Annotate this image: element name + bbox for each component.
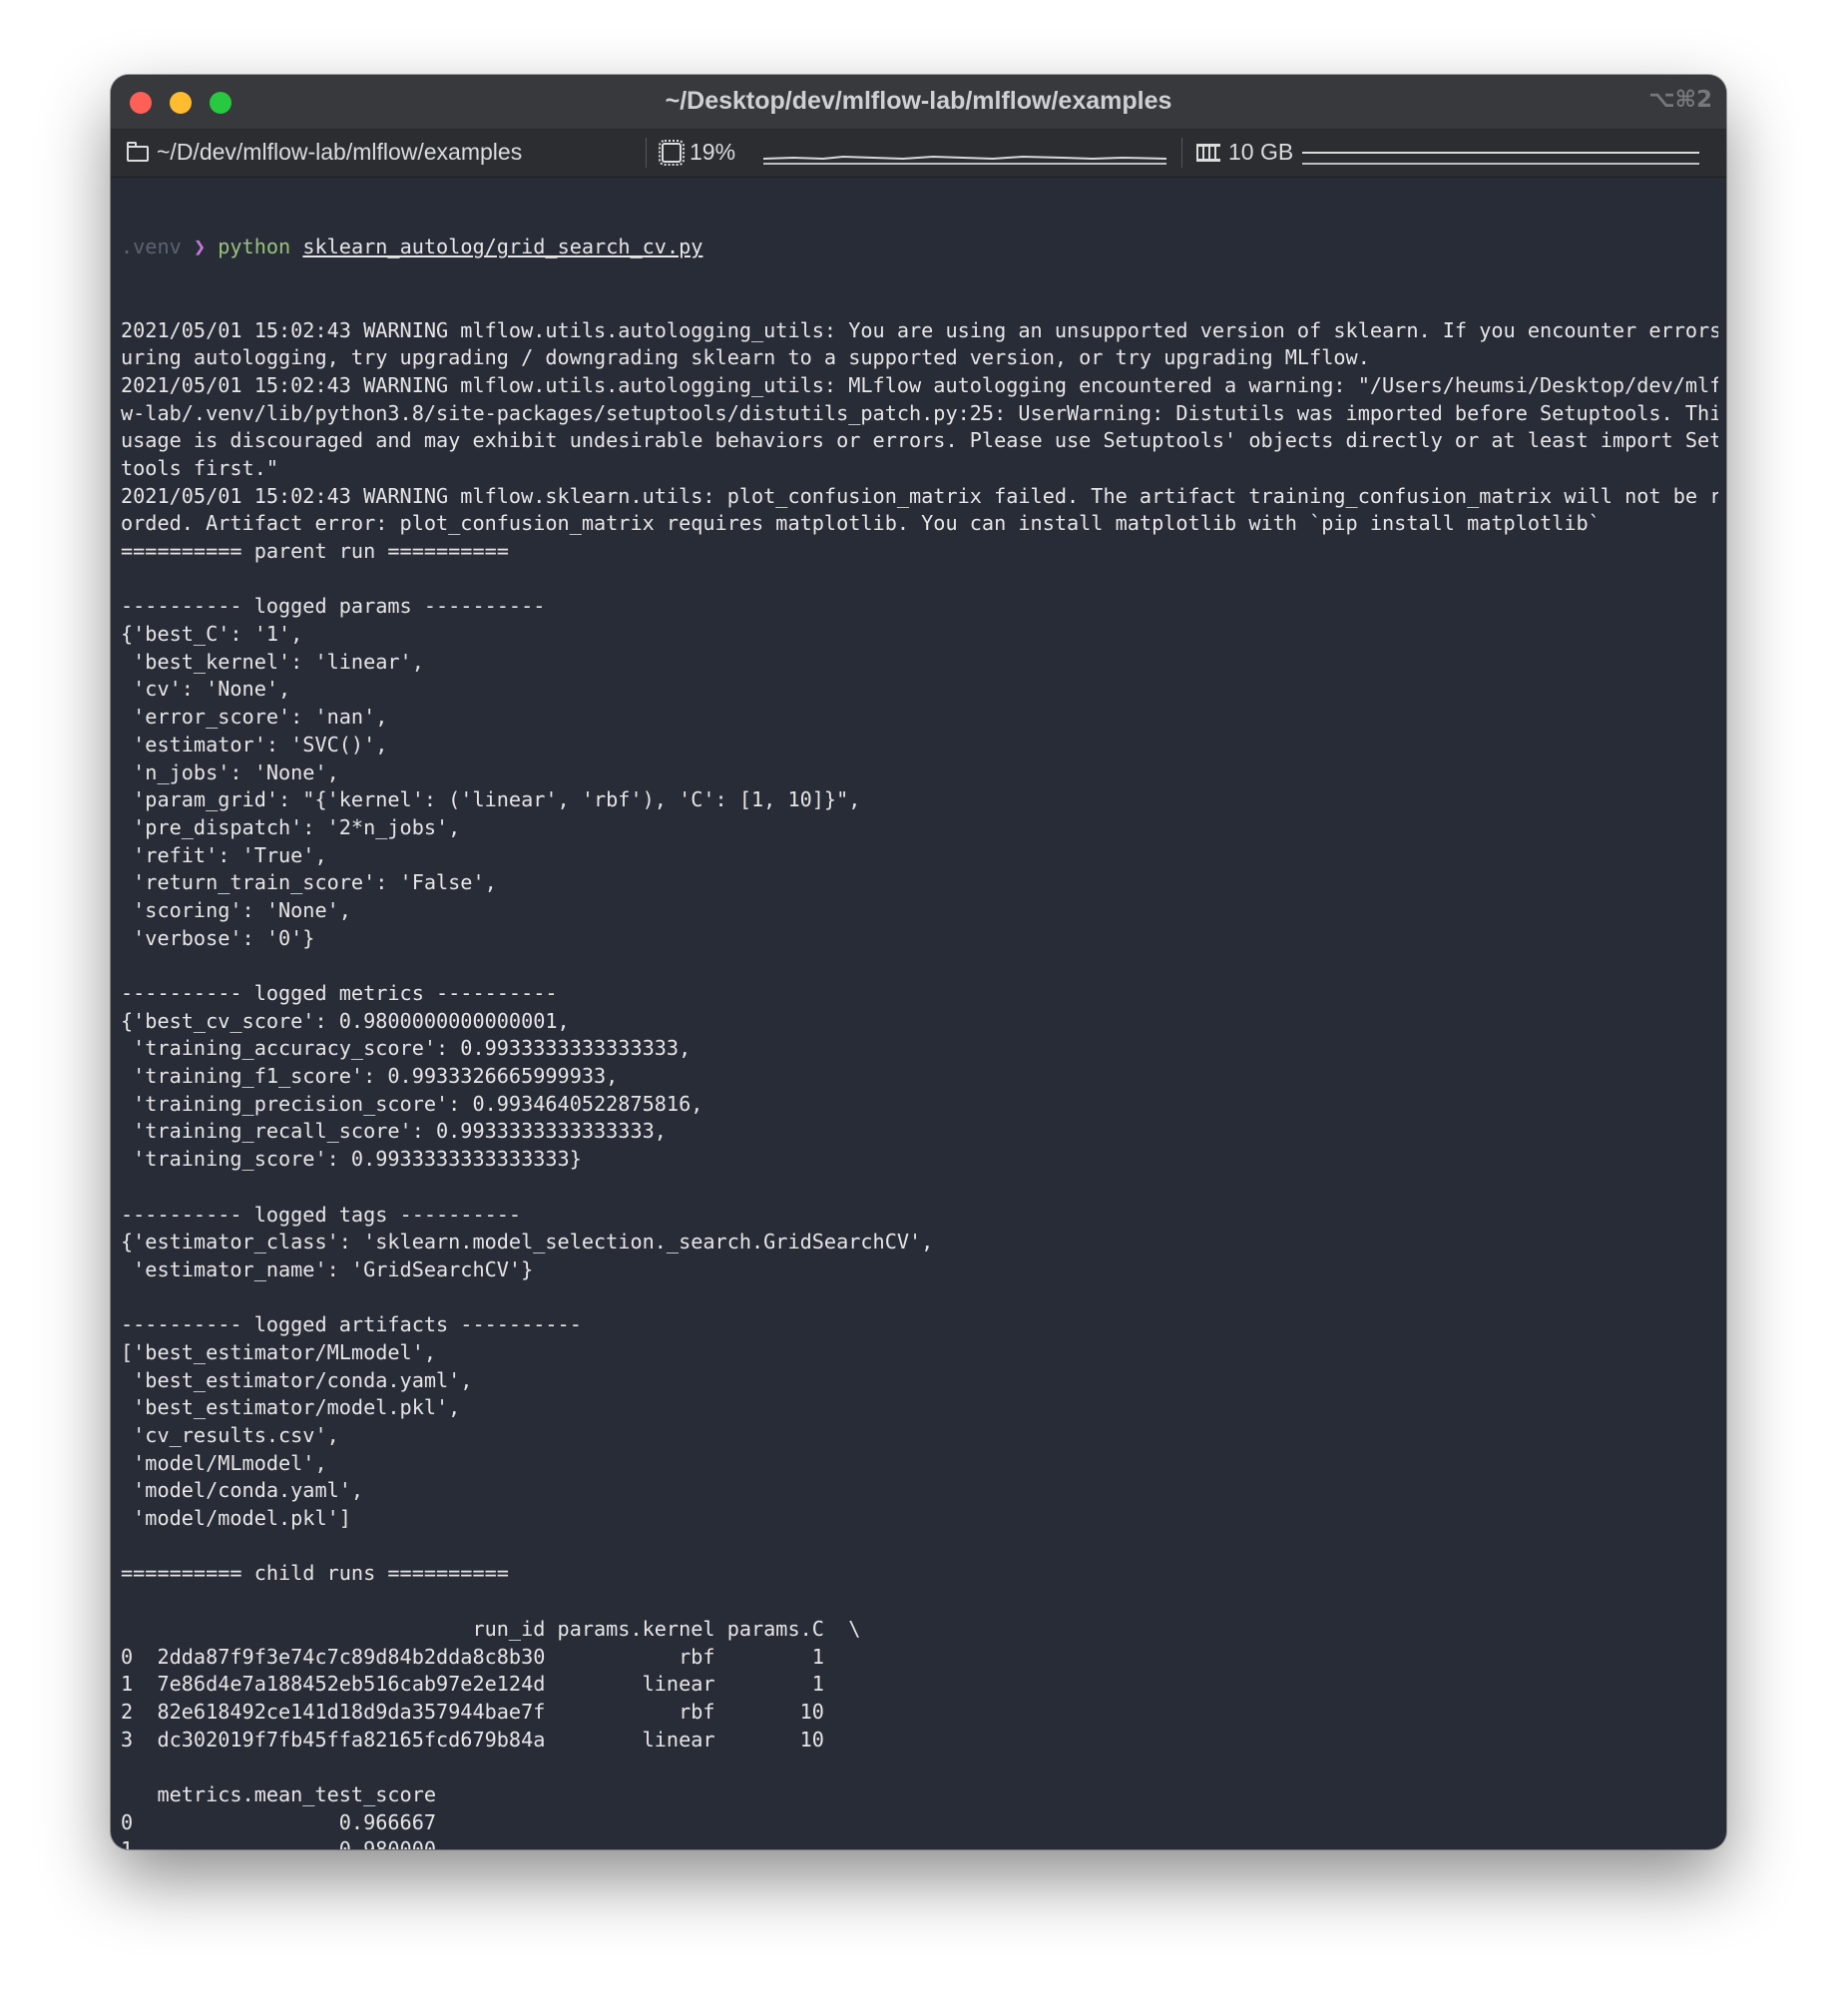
memory-sparkline	[1302, 152, 1699, 165]
output-line: 3 dc302019f7fb45ffa82165fcd679b84a linea…	[121, 1727, 824, 1752]
status-memory-label: 10 GB	[1228, 139, 1294, 165]
output-line: 'error_score': 'nan',	[121, 705, 388, 730]
status-bar: ~/D/dev/mlflow-lab/mlflow/examples 19% 1…	[111, 130, 1726, 178]
output-line: ---------- logged artifacts ----------	[121, 1312, 582, 1337]
output-line: {'estimator_class': 'sklearn.model_selec…	[121, 1230, 934, 1255]
window-title: ~/Desktop/dev/mlflow-lab/mlflow/examples	[665, 87, 1172, 115]
output-line: ---------- logged tags ----------	[121, 1202, 522, 1227]
output-line: 'training_recall_score': 0.9933333333333…	[121, 1119, 667, 1144]
output-line: 'estimator_name': 'GridSearchCV'}	[121, 1256, 534, 1281]
output-line: 'cv': 'None',	[121, 677, 291, 702]
output-line: 'best_estimator/model.pkl',	[121, 1395, 461, 1420]
output-line: tools first."	[121, 455, 279, 480]
command-argument[interactable]: sklearn_autolog/grid_search_cv.py	[302, 235, 702, 258]
output-line: usage is discouraged and may exhibit und…	[121, 428, 1718, 453]
output-line: 0 2dda87f9f3e74c7c89d84b2dda8c8b30 rbf 1	[121, 1644, 824, 1669]
output-line: 'cv_results.csv',	[121, 1423, 339, 1447]
output-line: 'model/MLmodel',	[121, 1450, 327, 1475]
output-line: ---------- logged params ----------	[121, 594, 546, 619]
command-name: python	[218, 235, 291, 259]
output-line: 'training_f1_score': 0.9933326665999933,	[121, 1064, 619, 1089]
output-line: {'best_C': '1',	[121, 622, 303, 647]
output-line: ========== parent run ==========	[121, 539, 509, 563]
output-line: 'best_kernel': 'linear',	[121, 649, 424, 674]
memory-icon	[1196, 143, 1220, 162]
output-line: w-lab/.venv/lib/python3.8/site-packages/…	[121, 400, 1718, 425]
output-line: uring autologging, try upgrading / downg…	[121, 345, 1370, 370]
status-memory[interactable]: 10 GB	[1196, 139, 1293, 166]
output-line: 1 0.980000	[121, 1836, 1718, 1849]
output-line: metrics.mean_test_score	[121, 1781, 437, 1806]
output-line: 'best_estimator/conda.yaml',	[121, 1367, 473, 1392]
status-path[interactable]: ~/D/dev/mlflow-lab/mlflow/examples	[127, 139, 522, 166]
terminal-output[interactable]: .venv ❯ python sklearn_autolog/grid_sear…	[121, 179, 1718, 1849]
prompt-arrow-icon: ❯	[193, 235, 207, 259]
output-line: 'return_train_score': 'False',	[121, 870, 497, 895]
output-line: 0 0.966667	[121, 1809, 437, 1834]
window-shortcut: ⌥⌘2	[1648, 87, 1712, 113]
output-line: 2021/05/01 15:02:43 WARNING mlflow.sklea…	[121, 483, 1718, 508]
output-line: 'pre_dispatch': '2*n_jobs',	[121, 814, 461, 839]
folder-icon	[127, 141, 149, 162]
cpu-sparkline	[763, 155, 1166, 165]
status-cpu-label: 19%	[690, 139, 736, 165]
output-line: 'refit': 'True',	[121, 842, 327, 867]
output-line: orded. Artifact error: plot_confusion_ma…	[121, 511, 1601, 536]
status-cpu[interactable]: 19%	[659, 139, 736, 166]
output-line: 2021/05/01 15:02:43 WARNING mlflow.utils…	[121, 317, 1718, 342]
output-line: ---------- logged metrics ----------	[121, 981, 558, 1005]
output-line: 'model/model.pkl']	[121, 1506, 351, 1531]
venv-indicator: .venv	[121, 235, 182, 259]
cpu-icon	[659, 139, 685, 166]
output-line: 2021/05/01 15:02:43 WARNING mlflow.utils…	[121, 372, 1718, 397]
status-divider	[1181, 138, 1182, 168]
output-line: 'training_precision_score': 0.9934640522…	[121, 1091, 703, 1116]
output-line: 'model/conda.yaml',	[121, 1478, 364, 1503]
status-path-label: ~/D/dev/mlflow-lab/mlflow/examples	[157, 139, 523, 165]
prompt-line: .venv ❯ python sklearn_autolog/grid_sear…	[121, 234, 1718, 261]
output-line: 1 7e86d4e7a188452eb516cab97e2e124d linea…	[121, 1672, 824, 1697]
output-line: 'verbose': '0'}	[121, 925, 315, 950]
output-line: ========== child runs ==========	[121, 1561, 509, 1586]
output-line: {'best_cv_score': 0.9800000000000001,	[121, 1008, 570, 1033]
output-line: 'param_grid': "{'kernel': ('linear', 'rb…	[121, 787, 861, 812]
output-line: 'scoring': 'None',	[121, 897, 351, 922]
output-line: 'n_jobs': 'None',	[121, 759, 339, 784]
output-line: 'training_score': 0.9933333333333333}	[121, 1147, 582, 1172]
status-divider	[646, 138, 647, 168]
output-block: 2021/05/01 15:02:43 WARNING mlflow.utils…	[121, 317, 1718, 1850]
terminal-window: ~/Desktop/dev/mlflow-lab/mlflow/examples…	[111, 75, 1726, 1849]
output-line: ['best_estimator/MLmodel',	[121, 1339, 437, 1364]
output-line: 'estimator': 'SVC()',	[121, 732, 388, 756]
title-bar: ~/Desktop/dev/mlflow-lab/mlflow/examples…	[111, 75, 1726, 130]
output-line: 2 82e618492ce141d18d9da357944bae7f rbf 1…	[121, 1699, 824, 1724]
output-line: run_id params.kernel params.C \	[121, 1616, 861, 1641]
output-line: 'training_accuracy_score': 0.99333333333…	[121, 1036, 692, 1061]
